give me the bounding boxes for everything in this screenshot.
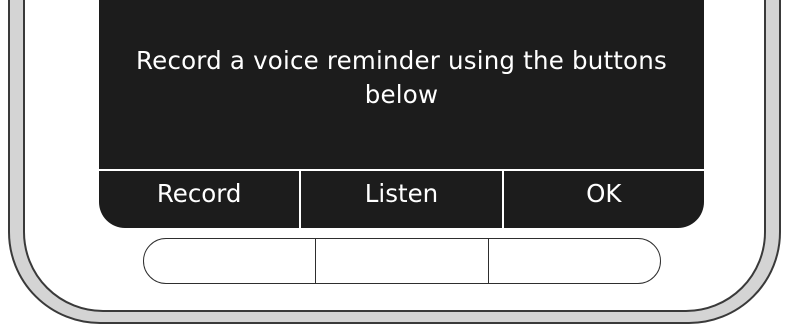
display-screen: Record a voice reminder using the button… bbox=[99, 0, 704, 228]
softkey-listen: Listen bbox=[299, 171, 501, 228]
ok-hardware-button[interactable] bbox=[487, 239, 660, 283]
reminder-prompt-text: Record a voice reminder using the button… bbox=[136, 46, 667, 109]
listen-hardware-button[interactable] bbox=[315, 239, 487, 283]
softkey-ok: OK bbox=[501, 171, 704, 228]
phone-device: Record a voice reminder using the button… bbox=[0, 0, 791, 333]
hardware-button-row bbox=[143, 238, 661, 284]
record-hardware-button[interactable] bbox=[144, 239, 315, 283]
softkey-record: Record bbox=[156, 179, 242, 208]
softkey-bar: Record Listen OK bbox=[99, 169, 704, 228]
